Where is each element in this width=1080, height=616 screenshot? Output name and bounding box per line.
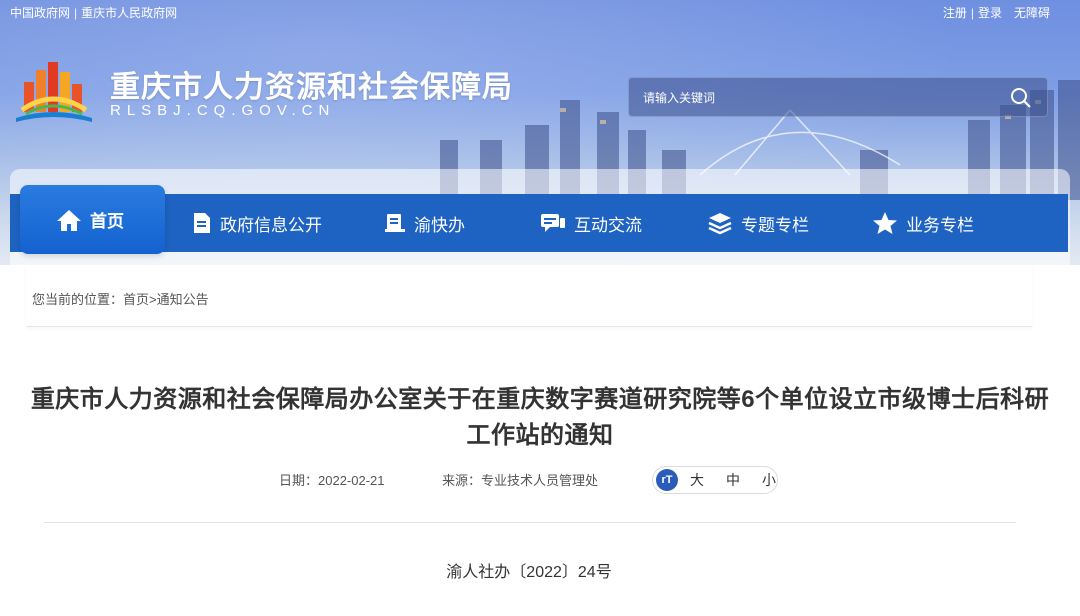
layers-icon: [708, 213, 732, 235]
bureau-logo[interactable]: [10, 58, 96, 124]
breadcrumb-separator: >: [149, 292, 157, 307]
nav-item-yukuaiban[interactable]: 渝快办: [384, 194, 465, 252]
book-icon: [385, 214, 405, 232]
site-title[interactable]: 重庆市人力资源和社会保障局: [110, 62, 513, 106]
nav-label-topics: 专题专栏: [741, 215, 809, 235]
separator: |: [970, 6, 974, 20]
nav-label-home: 首页: [90, 212, 124, 231]
search-icon[interactable]: [1009, 86, 1033, 110]
font-size-icon: rT: [656, 469, 678, 491]
font-size-medium-button[interactable]: 中: [726, 470, 740, 490]
font-size-large-button[interactable]: 大: [690, 470, 704, 490]
nav-item-topics[interactable]: 专题专栏: [707, 194, 809, 252]
date-value: 2022-02-21: [318, 473, 385, 488]
article-title: 重庆市人力资源和社会保障局办公室关于在重庆数字赛道研究院等6个单位设立市级博士后…: [30, 386, 1050, 449]
breadcrumb-current-link[interactable]: 通知公告: [157, 292, 209, 307]
nav-label-interaction: 互动交流: [574, 215, 642, 235]
nav-item-business[interactable]: 业务专栏: [872, 194, 974, 252]
font-size-switcher: rT 大 中 小: [652, 466, 778, 494]
site-domain: RLSBJ.CQ.GOV.CN: [110, 102, 336, 119]
main-nav: 首页 政府信息公开 渝快办 互动交流 专题专栏 业务专栏: [10, 185, 1068, 254]
article-divider: [44, 522, 1016, 523]
link-cq-gov[interactable]: 重庆市人民政府网: [81, 4, 177, 21]
document-icon: [194, 213, 210, 233]
nav-item-interaction[interactable]: 互动交流: [540, 194, 642, 252]
nav-label-gov-info: 政府信息公开: [220, 215, 322, 235]
search-input[interactable]: [643, 88, 1003, 108]
breadcrumb: 您当前的位置：首页>通知公告: [26, 265, 1032, 327]
article-source: 来源：专业技术人员管理处: [442, 470, 598, 489]
login-link[interactable]: 登录: [978, 4, 1002, 21]
star-icon: [873, 212, 897, 234]
breadcrumb-prefix: 您当前的位置：: [32, 292, 124, 307]
separator: |: [74, 6, 78, 20]
font-size-small-button[interactable]: 小: [762, 470, 776, 490]
source-label: 来源：: [442, 473, 482, 488]
date-label: 日期：: [279, 473, 319, 488]
nav-label-yukuaiban: 渝快办: [414, 215, 465, 235]
top-links-bar: 中国政府网 | 重庆市人民政府网 注册 | 登录 无障碍: [10, 4, 1070, 20]
source-value: 专业技术人员管理处: [481, 473, 599, 488]
breadcrumb-home-link[interactable]: 首页: [123, 292, 149, 307]
link-china-gov[interactable]: 中国政府网: [10, 4, 70, 21]
search-box: [628, 77, 1048, 117]
chat-icon: [541, 214, 565, 232]
nav-item-gov-info[interactable]: 政府信息公开: [192, 194, 322, 252]
home-icon: [57, 209, 81, 231]
document-number: 渝人社办〔2022〕24号: [446, 564, 612, 581]
article-date: 日期：2022-02-21: [279, 470, 385, 489]
register-link[interactable]: 注册: [943, 4, 967, 21]
accessibility-link[interactable]: 无障碍: [1014, 4, 1050, 21]
nav-label-business: 业务专栏: [906, 215, 974, 235]
nav-item-home[interactable]: 首页: [20, 185, 165, 254]
